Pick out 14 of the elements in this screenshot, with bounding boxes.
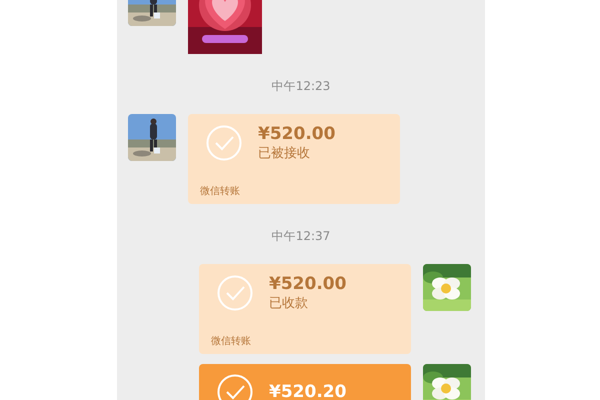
transfer-card[interactable]: ¥520.00 已被接收 微信转账: [188, 114, 400, 204]
transfer-status: 已被接收: [258, 145, 311, 162]
transfer-label: 微信转账: [211, 336, 251, 347]
timestamp: 中午12:23: [272, 78, 330, 94]
transfer-card[interactable]: ¥520.00 已收款 微信转账: [199, 264, 411, 354]
amount: ¥520.20: [269, 382, 346, 400]
check-circle-icon: [217, 275, 253, 311]
transfer-card[interactable]: ¥520.20: [199, 364, 411, 400]
transfer-status: 已收款: [269, 295, 309, 312]
amount: ¥520.00: [269, 274, 346, 295]
amount: ¥520.00: [258, 124, 336, 145]
timestamp: 中午12:37: [272, 228, 330, 244]
check-circle-icon: [206, 125, 242, 161]
transfer-label: 微信转账: [200, 186, 240, 197]
